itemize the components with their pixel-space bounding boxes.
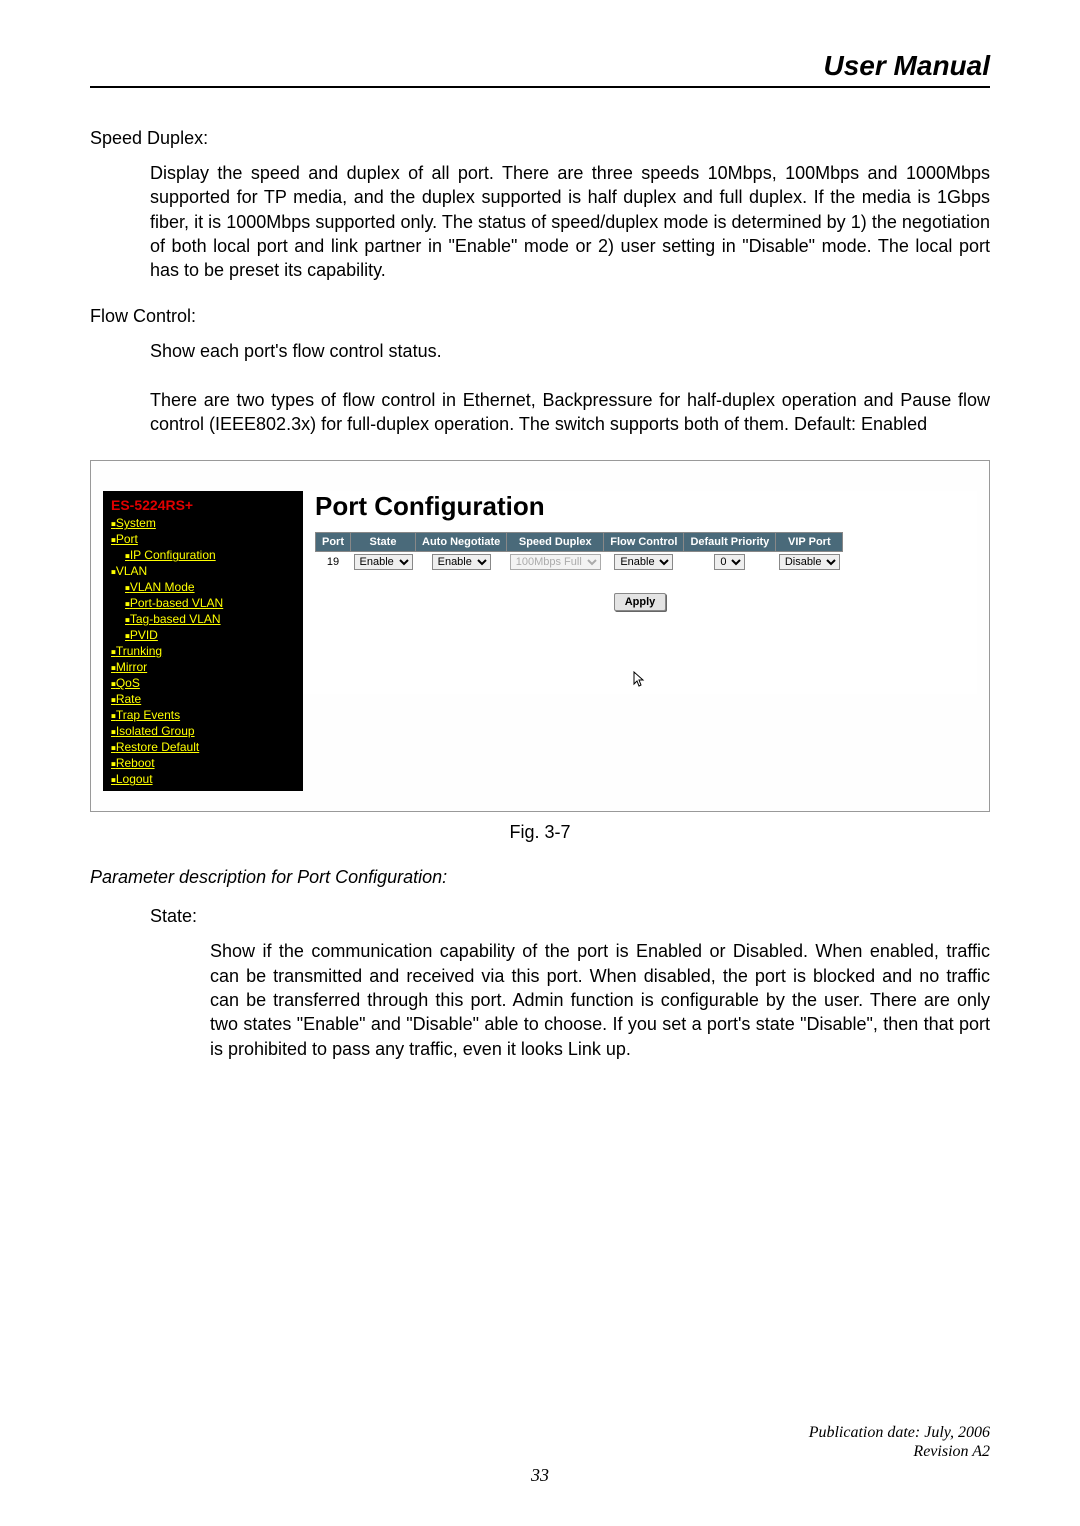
sidebar-item-restore-default[interactable]: ■Restore Default: [103, 739, 303, 755]
state-body: Show if the communication capability of …: [210, 939, 990, 1060]
flow-control-label: Flow Control:: [90, 306, 990, 327]
content-area: Port Configuration Port State Auto Negot…: [303, 491, 977, 694]
th-state: State: [351, 533, 416, 552]
sidebar-item-isolated-group[interactable]: ■Isolated Group: [103, 723, 303, 739]
sidebar-item-rate[interactable]: ■Rate: [103, 691, 303, 707]
param-desc-title: Parameter description for Port Configura…: [90, 867, 990, 888]
apply-button[interactable]: Apply: [614, 593, 667, 611]
sidebar-item-port-based-vlan[interactable]: ■Port-based VLAN: [103, 595, 303, 611]
page-title: Port Configuration: [315, 491, 965, 522]
sidebar-item-vlan-mode[interactable]: ■VLAN Mode: [103, 579, 303, 595]
revision: Revision A2: [90, 1442, 990, 1461]
header-title: User Manual: [824, 50, 991, 81]
product-name: ES-5224RS+: [103, 495, 303, 515]
sidebar-item-qos[interactable]: ■QoS: [103, 675, 303, 691]
th-default-priority: Default Priority: [684, 533, 776, 552]
sidebar-item-logout[interactable]: ■Logout: [103, 771, 303, 787]
state-select[interactable]: Enable: [354, 554, 413, 570]
flow-control-select[interactable]: Enable: [614, 554, 673, 570]
table-header-row: Port State Auto Negotiate Speed Duplex F…: [316, 533, 843, 552]
sidebar-item-pvid[interactable]: ■PVID: [103, 627, 303, 643]
speed-duplex-label: Speed Duplex:: [90, 128, 990, 149]
th-port: Port: [316, 533, 351, 552]
speed-duplex-body: Display the speed and duplex of all port…: [150, 161, 990, 282]
sidebar-item-mirror[interactable]: ■Mirror: [103, 659, 303, 675]
flow-control-body1: Show each port's flow control status.: [150, 339, 990, 363]
sidebar-item-system[interactable]: ■System: [103, 515, 303, 531]
cell-port: 19: [327, 556, 339, 568]
publication-date: Publication date: July, 2006: [90, 1423, 990, 1442]
state-label: State:: [150, 906, 990, 927]
sidebar-item-port[interactable]: ■Port: [103, 531, 303, 547]
auto-negotiate-select[interactable]: Enable: [432, 554, 491, 570]
sidebar-item-vlan: ■VLAN: [103, 563, 303, 579]
sidebar-item-tag-based-vlan[interactable]: ■Tag-based VLAN: [103, 611, 303, 627]
sidebar-item-trunking[interactable]: ■Trunking: [103, 643, 303, 659]
table-row: 19 Enable Enable 100Mbps Full Enable 0 D…: [316, 552, 843, 573]
th-auto-negotiate: Auto Negotiate: [416, 533, 507, 552]
cursor-icon: [315, 671, 965, 694]
sidebar-item-reboot[interactable]: ■Reboot: [103, 755, 303, 771]
sidebar-item-trap-events[interactable]: ■Trap Events: [103, 707, 303, 723]
sidebar-item-ip-config[interactable]: ■IP Configuration: [103, 547, 303, 563]
flow-control-body2: There are two types of flow control in E…: [150, 388, 990, 437]
speed-duplex-select[interactable]: 100Mbps Full: [510, 554, 601, 570]
figure-caption: Fig. 3-7: [90, 822, 990, 843]
default-priority-select[interactable]: 0: [714, 554, 745, 570]
th-flow-control: Flow Control: [604, 533, 684, 552]
th-vip-port: VIP Port: [776, 533, 843, 552]
screenshot-figure: ES-5224RS+ ■System ■Port ■IP Configurati…: [90, 460, 990, 812]
th-speed-duplex: Speed Duplex: [507, 533, 604, 552]
page-header: User Manual: [90, 50, 990, 88]
port-config-table: Port State Auto Negotiate Speed Duplex F…: [315, 532, 843, 572]
page-number: 33: [90, 1465, 990, 1486]
vip-port-select[interactable]: Disable: [779, 554, 840, 570]
sidebar: ES-5224RS+ ■System ■Port ■IP Configurati…: [103, 491, 303, 791]
page-footer: Publication date: July, 2006 Revision A2…: [90, 1423, 990, 1486]
